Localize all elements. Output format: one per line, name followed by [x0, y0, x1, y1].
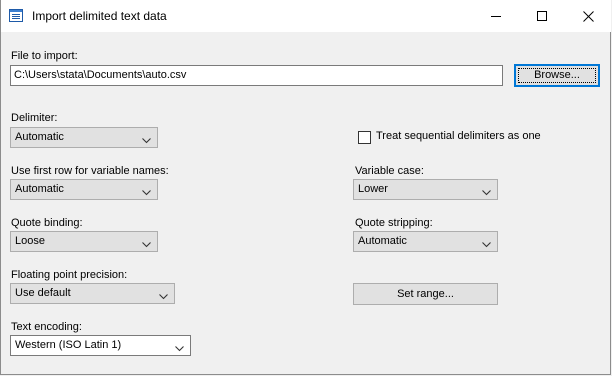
- delimiter-dropdown[interactable]: Automatic: [10, 127, 158, 148]
- set-range-button[interactable]: Set range...: [353, 283, 498, 305]
- chevron-down-icon: [142, 239, 151, 251]
- delimiter-value: Automatic: [15, 131, 64, 143]
- chevron-down-icon: [482, 239, 491, 251]
- maximize-icon: [537, 11, 547, 21]
- variable-case-value: Lower: [358, 183, 388, 195]
- first-row-dropdown[interactable]: Automatic: [10, 179, 158, 200]
- chevron-down-icon: [142, 135, 151, 147]
- browse-button[interactable]: Browse...: [514, 64, 600, 87]
- sequential-delimiters-label: Treat sequential delimiters as one: [376, 130, 541, 142]
- quote-binding-label: Quote binding:: [11, 217, 83, 229]
- quote-binding-value: Loose: [15, 235, 45, 247]
- file-path-input[interactable]: C:\Users\stata\Documents\auto.csv: [10, 65, 503, 86]
- quote-stripping-dropdown[interactable]: Automatic: [353, 231, 498, 252]
- sequential-delimiters-checkbox[interactable]: [358, 131, 371, 144]
- minimize-button[interactable]: [473, 0, 519, 32]
- text-encoding-value: Western (ISO Latin 1): [15, 339, 122, 351]
- minimize-icon: [491, 11, 501, 21]
- text-encoding-label: Text encoding:: [11, 321, 82, 333]
- focus-rectangle: [518, 68, 596, 83]
- variable-case-dropdown[interactable]: Lower: [353, 179, 498, 200]
- delimiter-label: Delimiter:: [11, 112, 58, 124]
- app-icon: [9, 9, 23, 22]
- chevron-down-icon: [159, 291, 168, 303]
- import-dialog-window: Import delimited text data File to impor…: [0, 0, 611, 375]
- chevron-down-icon: [175, 343, 184, 355]
- close-icon: [582, 10, 594, 22]
- window-title: Import delimited text data: [32, 9, 167, 23]
- variable-case-label: Variable case:: [355, 165, 424, 177]
- file-to-import-label: File to import:: [11, 50, 78, 62]
- float-precision-dropdown[interactable]: Use default: [10, 283, 175, 304]
- first-row-label: Use first row for variable names:: [11, 165, 169, 177]
- quote-stripping-label: Quote stripping:: [355, 217, 433, 229]
- title-bar[interactable]: Import delimited text data: [1, 0, 611, 32]
- quote-binding-dropdown[interactable]: Loose: [10, 231, 158, 252]
- maximize-button[interactable]: [519, 0, 565, 32]
- chevron-down-icon: [142, 187, 151, 199]
- close-button[interactable]: [565, 0, 611, 32]
- float-precision-value: Use default: [15, 287, 71, 299]
- quote-stripping-value: Automatic: [358, 235, 407, 247]
- float-precision-label: Floating point precision:: [11, 269, 128, 281]
- set-range-button-label: Set range...: [397, 288, 454, 300]
- first-row-value: Automatic: [15, 183, 64, 195]
- text-encoding-dropdown[interactable]: Western (ISO Latin 1): [10, 335, 191, 356]
- chevron-down-icon: [482, 187, 491, 199]
